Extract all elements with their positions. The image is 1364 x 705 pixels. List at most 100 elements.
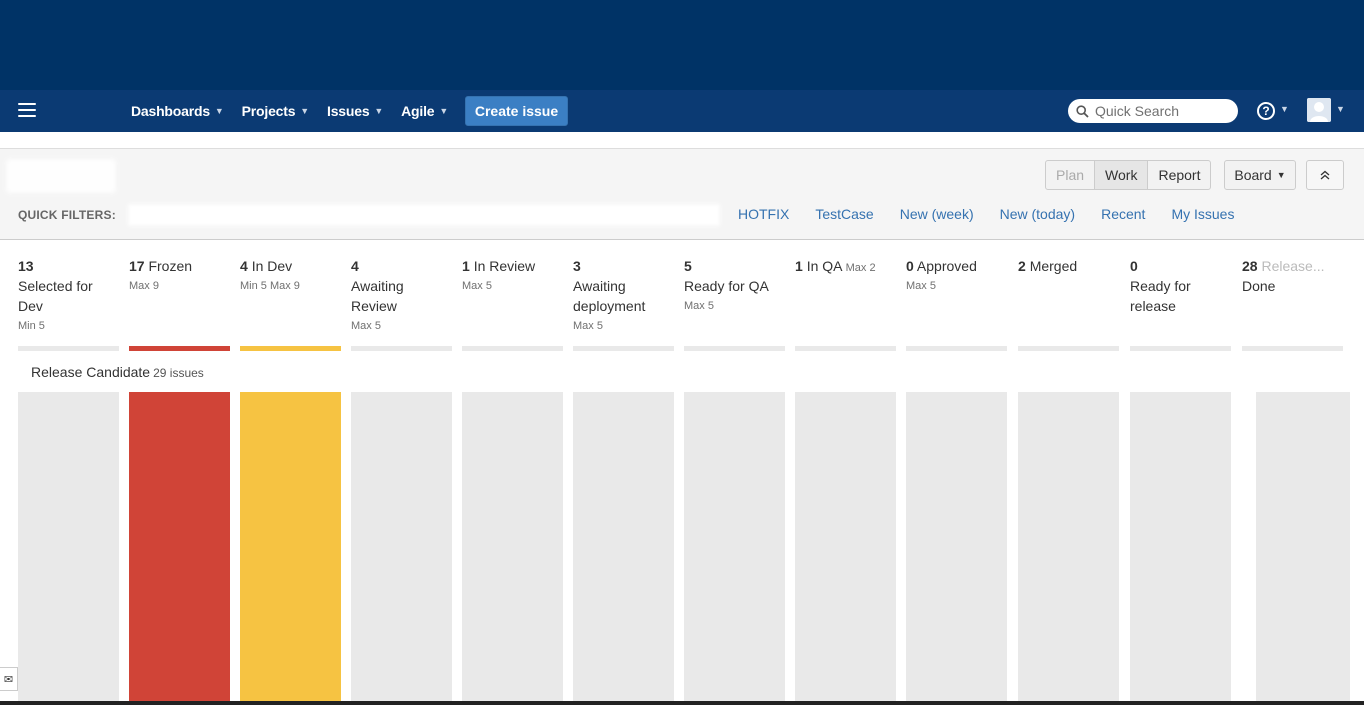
column-limit: Max 5	[462, 280, 492, 292]
nav-menu: Dashboards ▼ Projects ▼ Issues ▼ Agile ▼	[131, 90, 466, 132]
column-name: In QA	[806, 258, 842, 274]
nav-item-label: Dashboards	[131, 103, 210, 119]
column-body[interactable]	[462, 392, 563, 705]
nav-item-issues[interactable]: Issues ▼	[327, 103, 383, 119]
double-chevron-up-icon[interactable]	[1306, 160, 1344, 190]
column-name: Selected for Dev	[18, 278, 93, 314]
column-header: 0 Ready for release	[1130, 256, 1231, 316]
help-icon[interactable]: ?	[1257, 102, 1275, 120]
quick-filter-recent[interactable]: Recent	[1101, 206, 1145, 222]
column-limit: Max 2	[845, 262, 876, 274]
quick-filter-new-today[interactable]: New (today)	[1000, 206, 1075, 222]
work-mode-button[interactable]: Work	[1095, 161, 1149, 189]
report-mode-button[interactable]: Report	[1148, 161, 1210, 189]
column-limit-bar	[351, 346, 452, 351]
column-body[interactable]	[129, 392, 230, 705]
column-header: 5 Ready for QA Max 5	[684, 256, 785, 316]
create-issue-button[interactable]: Create issue	[465, 96, 568, 126]
plan-mode-button[interactable]: Plan	[1046, 161, 1096, 189]
column-limit-bar	[1242, 346, 1343, 351]
column-count: 17	[129, 258, 145, 274]
column-name: Frozen	[148, 258, 193, 274]
swimlane-title: Release Candidate	[31, 364, 151, 380]
nav-item-label: Agile	[401, 103, 435, 119]
column-header: 0 Approved Max 5	[906, 256, 1007, 296]
column-count: 4	[240, 258, 248, 274]
column-count: 13	[18, 258, 34, 274]
column-count: 3	[573, 258, 581, 274]
column-body[interactable]	[18, 392, 119, 705]
column-limit-bar	[795, 346, 896, 351]
envelope-icon[interactable]: ✉	[0, 667, 18, 691]
column-count: 1	[462, 258, 470, 274]
column-count: 5	[684, 258, 692, 274]
swimlane-issue-count: 29 issues	[153, 366, 204, 380]
column-limit-bar	[573, 346, 674, 351]
column-count: 28	[1242, 258, 1258, 274]
column-header: 17 Frozen Max 9	[129, 256, 230, 296]
column-body[interactable]	[795, 392, 896, 705]
chevron-down-icon: ▼	[374, 106, 384, 116]
column-limit: Min 5 Max 9	[240, 280, 300, 292]
nav-item-agile[interactable]: Agile ▼	[401, 103, 448, 119]
column-body[interactable]	[1018, 392, 1119, 705]
column-name: Approved	[916, 258, 977, 274]
chevron-down-icon: ▼	[300, 106, 310, 116]
column-body[interactable]	[351, 392, 452, 705]
column-limit-bar	[240, 346, 341, 351]
nav-item-dashboards[interactable]: Dashboards ▼	[131, 103, 224, 119]
column-header: 28 Release... Done	[1242, 256, 1343, 296]
nav-item-projects[interactable]: Projects ▼	[241, 103, 310, 119]
top-band	[0, 0, 1364, 92]
column-header: 4 Awaiting Review Max 5	[351, 256, 452, 336]
column-limit: Min 5	[18, 320, 45, 332]
board-name-redacted	[6, 159, 116, 193]
quick-filter-links: HOTFIX TestCase New (week) New (today) R…	[738, 206, 1260, 222]
quick-filter-hotfix[interactable]: HOTFIX	[738, 206, 789, 222]
column-limit-bar	[1130, 346, 1231, 351]
chevron-down-icon: ▼	[1336, 104, 1345, 114]
column-limit: Max 5	[684, 300, 714, 312]
chevron-down-icon: ▼	[214, 106, 224, 116]
column-body[interactable]	[1256, 392, 1350, 705]
chevron-down-icon: ▼	[1276, 170, 1286, 180]
mode-switcher: Plan Work Report	[1045, 160, 1212, 190]
column-count: 4	[351, 258, 359, 274]
column-limit-bar	[462, 346, 563, 351]
nav-item-label: Issues	[327, 103, 370, 119]
column-release-link[interactable]: Release...	[1261, 258, 1324, 274]
column-body[interactable]	[684, 392, 785, 705]
column-limit-bar	[129, 346, 230, 351]
column-limit-bar	[1018, 346, 1119, 351]
top-navigation: Dashboards ▼ Projects ▼ Issues ▼ Agile ▼ Cre…	[0, 90, 1364, 132]
quick-filters-redacted	[128, 204, 720, 226]
column-body[interactable]	[573, 392, 674, 705]
quick-search-input[interactable]: Quick Search	[1068, 99, 1238, 123]
column-name: In Dev	[251, 258, 293, 274]
column-limit: Max 5	[351, 320, 381, 332]
column-headers: 13 Selected for Dev Min 5 17 Frozen Max 9 4…	[0, 256, 1364, 356]
column-limit-bar	[18, 346, 119, 351]
quick-filters-label: QUICK FILTERS:	[18, 208, 116, 222]
board-dropdown-button[interactable]: Board ▼	[1224, 160, 1296, 190]
column-body[interactable]	[906, 392, 1007, 705]
column-body[interactable]	[1130, 392, 1231, 705]
column-name: Ready for release	[1130, 278, 1191, 314]
column-name: In Review	[473, 258, 536, 274]
column-body[interactable]	[240, 392, 341, 705]
board-subheader: Plan Work Report Board ▼ QUICK FILTERS: H…	[0, 148, 1364, 240]
column-limit: Max 5	[573, 320, 603, 332]
quick-filter-new-week[interactable]: New (week)	[900, 206, 974, 222]
nav-item-label: Projects	[241, 103, 296, 119]
column-name: Done	[1242, 278, 1276, 294]
quick-filter-testcase[interactable]: TestCase	[815, 206, 873, 222]
column-header: 2 Merged	[1018, 256, 1119, 276]
menu-icon[interactable]	[18, 103, 36, 118]
user-avatar-icon[interactable]	[1307, 98, 1331, 122]
swimlane-header[interactable]: Release Candidate 29 issues	[31, 364, 204, 380]
search-icon	[1076, 104, 1089, 118]
quick-filter-my-issues[interactable]: My Issues	[1171, 206, 1234, 222]
column-count: 1	[795, 258, 803, 274]
column-limit-bar	[684, 346, 785, 351]
board-button-label: Board	[1234, 167, 1272, 183]
